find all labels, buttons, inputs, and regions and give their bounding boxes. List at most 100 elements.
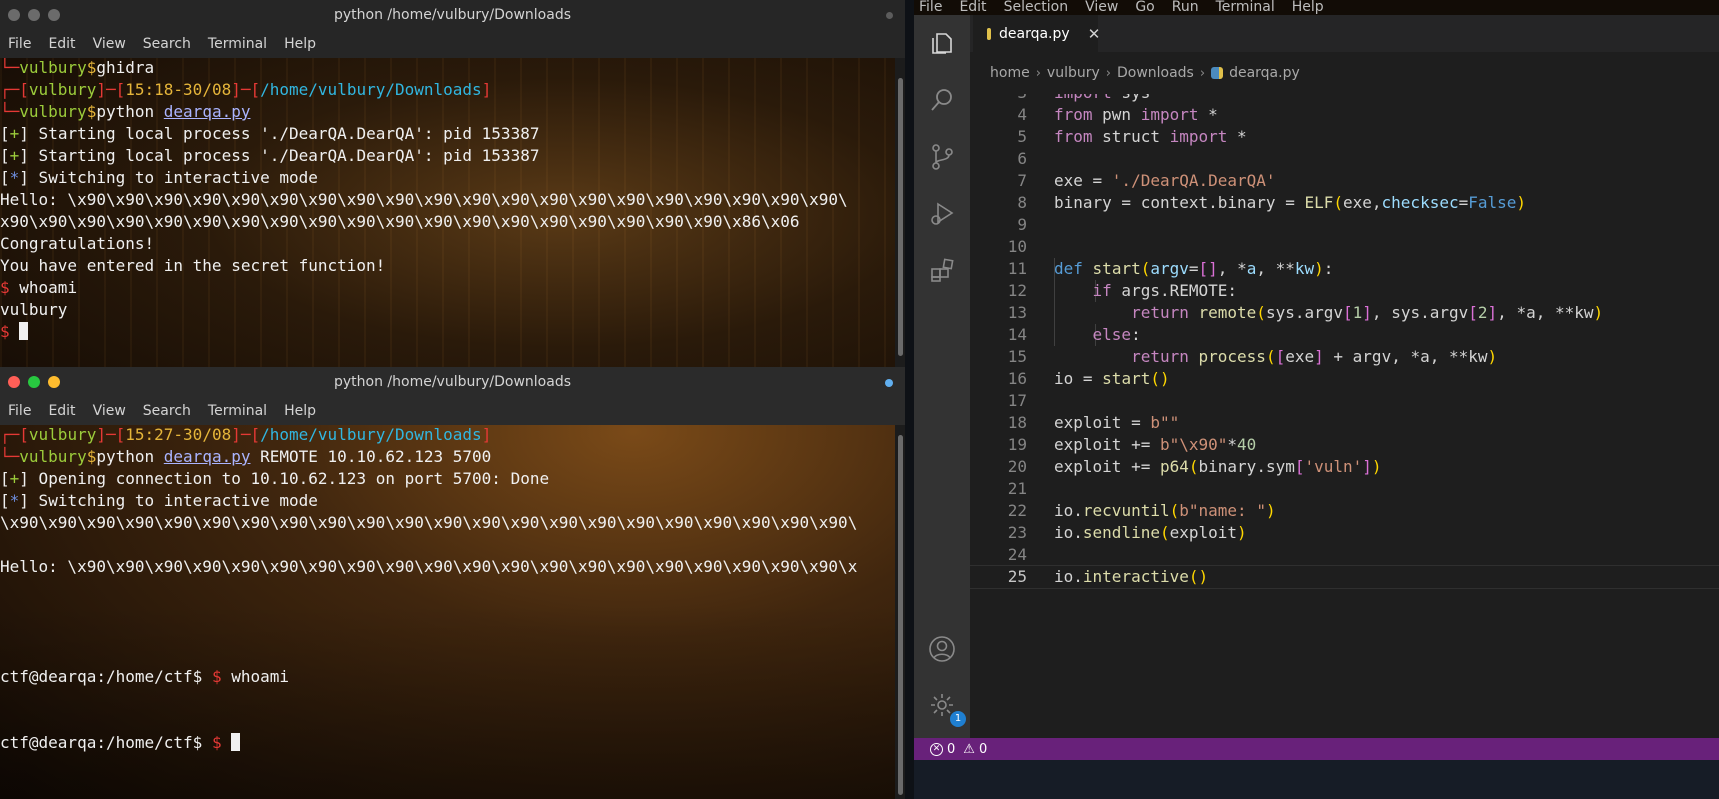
warning-count[interactable]: 0: [979, 742, 987, 757]
python-file-icon: [1211, 67, 1224, 79]
code-line: 12 if args.REMOTE:: [1007, 281, 1238, 300]
terminal-output[interactable]: └─vulbury$ghidra ┌─[vulbury]─[15:18-30/08…: [0, 58, 895, 367]
menu-search[interactable]: Search: [143, 36, 191, 52]
vscode-menubar: File Edit Selection View Go Run Terminal…: [914, 0, 1719, 15]
terminal-output[interactable]: ┌─[vulbury]─[15:27-30/08]─[/home/vulbury…: [0, 425, 895, 799]
window-indicator-icon: [886, 12, 893, 19]
menu-terminal[interactable]: Terminal: [208, 36, 267, 52]
breadcrumb-file[interactable]: dearqa.py: [1229, 65, 1300, 81]
menu-help[interactable]: Help: [284, 36, 316, 52]
menu-file[interactable]: File: [8, 403, 31, 419]
window-controls: [8, 9, 60, 21]
close-window-button[interactable]: [8, 376, 20, 388]
breadcrumb-home[interactable]: home: [990, 65, 1030, 81]
tab-dearqa-py[interactable]: dearqa.py ✕: [973, 15, 1101, 52]
code-line: 9: [1017, 215, 1027, 234]
chevron-right-icon: ›: [1035, 65, 1041, 81]
terminal-scrollbar[interactable]: [895, 425, 905, 799]
terminal-menubar: File Edit View Search Terminal Help: [0, 397, 905, 425]
maximize-window-button[interactable]: [48, 9, 60, 21]
editor-tab-bar: dearqa.py ✕: [970, 15, 1719, 52]
run-debug-icon[interactable]: [928, 200, 956, 228]
terminal-title: python /home/vulbury/Downloads: [334, 374, 571, 390]
code-line: 4 from pwn import *: [1017, 105, 1218, 124]
tab-label: dearqa.py: [999, 25, 1070, 42]
breadcrumb: home › vulbury › Downloads › dearqa.py: [970, 52, 1719, 94]
vs-menu-terminal[interactable]: Terminal: [1216, 0, 1275, 15]
minimize-window-button[interactable]: [28, 376, 40, 388]
code-line: 20 exploit += p64(binary.sym['vuln']): [1007, 457, 1382, 476]
terminal-line: [+] Starting local process './DearQA.Dea…: [0, 124, 540, 143]
menu-help[interactable]: Help: [284, 403, 316, 419]
terminal-line: \x90\x90\x90\x90\x90\x90\x90\x90\x90\x90…: [0, 513, 858, 532]
desktop-background: [914, 760, 1719, 799]
terminal-line: [+] Starting local process './DearQA.Dea…: [0, 146, 540, 165]
code-line: 19 exploit += b"\x90"*40: [1007, 435, 1257, 454]
code-line: 21: [1007, 479, 1027, 498]
source-control-icon[interactable]: [928, 143, 956, 171]
terminal-line: vulbury: [0, 300, 68, 319]
maximize-window-button[interactable]: [48, 376, 60, 388]
breadcrumb-vulbury[interactable]: vulbury: [1047, 65, 1100, 81]
terminal-title-bar[interactable]: python /home/vulbury/Downloads: [0, 0, 905, 30]
terminal-line: └─vulbury$python dearqa.py: [0, 102, 251, 121]
code-line: 22 io.recvuntil(b"name: "): [1007, 501, 1276, 520]
terminal-title-bar[interactable]: python /home/vulbury/Downloads: [0, 367, 905, 397]
code-line: 10: [1007, 237, 1027, 256]
search-icon[interactable]: [928, 86, 956, 114]
error-count[interactable]: 0: [947, 742, 955, 757]
status-bar: ✕ 0 ⚠ 0: [914, 738, 1719, 760]
vs-menu-edit[interactable]: Edit: [959, 0, 986, 15]
terminal-line: [+] Opening connection to 10.10.62.123 o…: [0, 469, 550, 488]
vs-menu-help[interactable]: Help: [1292, 0, 1324, 15]
code-line: 3import sys: [970, 94, 1719, 104]
terminal-line: $ whoami: [0, 278, 78, 297]
terminal-cursor: [231, 733, 241, 751]
minimize-window-button[interactable]: [28, 9, 40, 21]
vscode-left-edge: [905, 0, 914, 799]
terminal-line: ctf@dearqa:/home/ctf$ $ whoami: [0, 667, 290, 686]
vs-menu-run[interactable]: Run: [1172, 0, 1199, 15]
menu-edit[interactable]: Edit: [48, 36, 75, 52]
code-line: 5 from struct import *: [1017, 127, 1247, 146]
account-icon[interactable]: [928, 635, 956, 663]
menu-file[interactable]: File: [8, 36, 31, 52]
terminal-line: ctf@dearqa:/home/ctf$ $: [0, 732, 895, 754]
extensions-icon[interactable]: [928, 257, 956, 285]
terminal-line: Congratulations!: [0, 234, 155, 253]
vs-menu-file[interactable]: File: [919, 0, 942, 15]
breadcrumb-downloads[interactable]: Downloads: [1117, 65, 1194, 81]
code-editor[interactable]: 3import sys 4from pwn import * 5from str…: [970, 94, 1719, 738]
menu-view[interactable]: View: [93, 403, 126, 419]
window-indicator-icon: [885, 379, 893, 387]
code-line: 11 def start(argv=[], *a, **kw):: [1007, 259, 1334, 278]
error-icon[interactable]: ✕: [930, 742, 943, 756]
code-line-current: 25 io.interactive(): [970, 565, 1719, 589]
terminal-line: [*] Switching to interactive mode: [0, 168, 318, 187]
terminal-line: x90\x90\x90\x90\x90\x90\x90\x90\x90\x90\…: [0, 212, 800, 231]
warning-icon[interactable]: ⚠: [963, 742, 975, 757]
vs-menu-go[interactable]: Go: [1135, 0, 1154, 15]
terminal-menubar: File Edit View Search Terminal Help: [0, 30, 905, 58]
vs-menu-view[interactable]: View: [1085, 0, 1118, 15]
terminal-scrollbar[interactable]: [895, 58, 905, 367]
vs-menu-selection[interactable]: Selection: [1004, 0, 1069, 15]
menu-search[interactable]: Search: [143, 403, 191, 419]
terminal-line: Hello: \x90\x90\x90\x90\x90\x90\x90\x90\…: [0, 557, 858, 576]
code-line: 18 exploit = b"": [1007, 413, 1180, 432]
menu-view[interactable]: View: [93, 36, 126, 52]
close-icon[interactable]: ✕: [1088, 25, 1101, 43]
window-controls: [8, 376, 60, 388]
activity-bar: 1: [914, 15, 970, 738]
terminal-line: $: [0, 321, 895, 343]
explorer-icon[interactable]: [928, 29, 956, 57]
menu-edit[interactable]: Edit: [48, 403, 75, 419]
menu-terminal[interactable]: Terminal: [208, 403, 267, 419]
close-window-button[interactable]: [8, 9, 20, 21]
